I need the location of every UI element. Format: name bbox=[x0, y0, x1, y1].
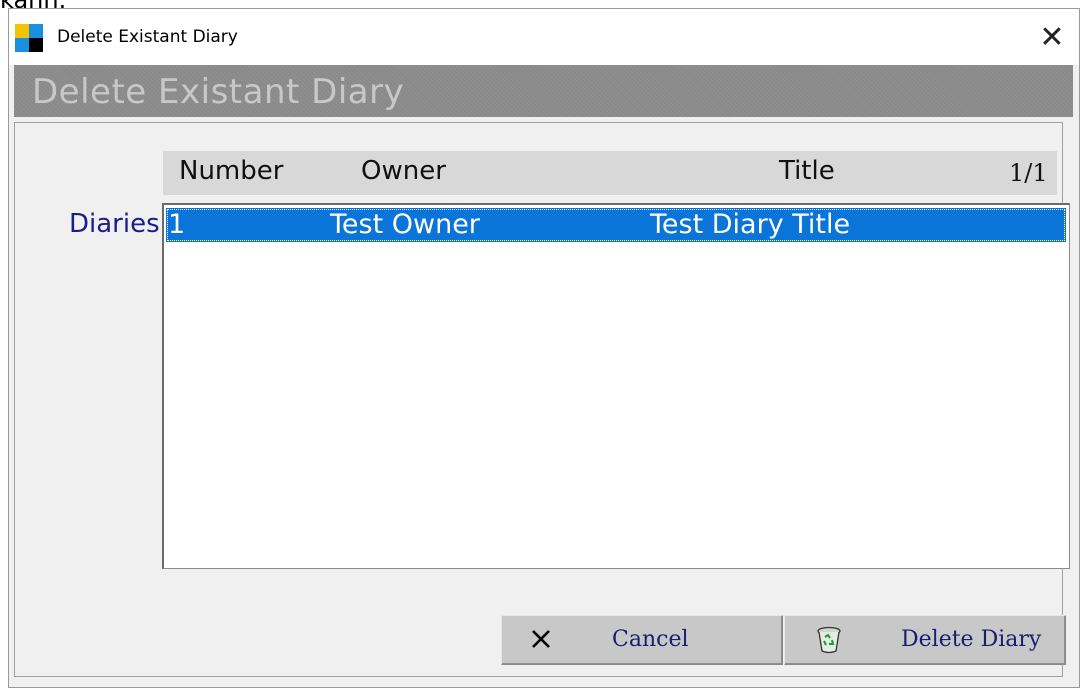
delete-diary-button[interactable]: Delete Diary bbox=[784, 615, 1066, 665]
close-icon[interactable]: ✕ bbox=[1039, 20, 1064, 55]
app-icon bbox=[15, 24, 43, 52]
window-title: Delete Existant Diary bbox=[57, 27, 238, 47]
row-title: Test Diary Title bbox=[650, 209, 851, 240]
header-bar: Delete Existant Diary bbox=[14, 65, 1073, 117]
dialog-window: Delete Existant Diary ✕ Delete Existant … bbox=[8, 8, 1080, 688]
column-header-number[interactable]: Number bbox=[179, 156, 283, 186]
column-header-title[interactable]: Title bbox=[779, 156, 835, 186]
close-button[interactable]: ✕ bbox=[1025, 9, 1079, 65]
column-header: Number Owner Title 1/1 bbox=[163, 151, 1057, 195]
recycle-bin-icon bbox=[815, 625, 843, 659]
cancel-label: Cancel bbox=[612, 627, 689, 652]
row-number: 1 bbox=[168, 209, 186, 240]
list-item[interactable]: 1 Test Owner Test Diary Title bbox=[166, 208, 1066, 242]
cancel-button[interactable]: Cancel bbox=[501, 615, 783, 665]
row-owner: Test Owner bbox=[330, 209, 480, 240]
diaries-listbox[interactable]: 1 Test Owner Test Diary Title bbox=[162, 203, 1070, 569]
column-header-owner[interactable]: Owner bbox=[361, 156, 446, 186]
title-bar[interactable]: Delete Existant Diary ✕ bbox=[9, 9, 1079, 65]
x-icon bbox=[530, 626, 552, 656]
diaries-label: Diaries bbox=[69, 209, 160, 239]
page-title: Delete Existant Diary bbox=[32, 72, 405, 112]
delete-diary-label: Delete Diary bbox=[901, 627, 1042, 652]
page-indicator: 1/1 bbox=[1009, 159, 1048, 187]
